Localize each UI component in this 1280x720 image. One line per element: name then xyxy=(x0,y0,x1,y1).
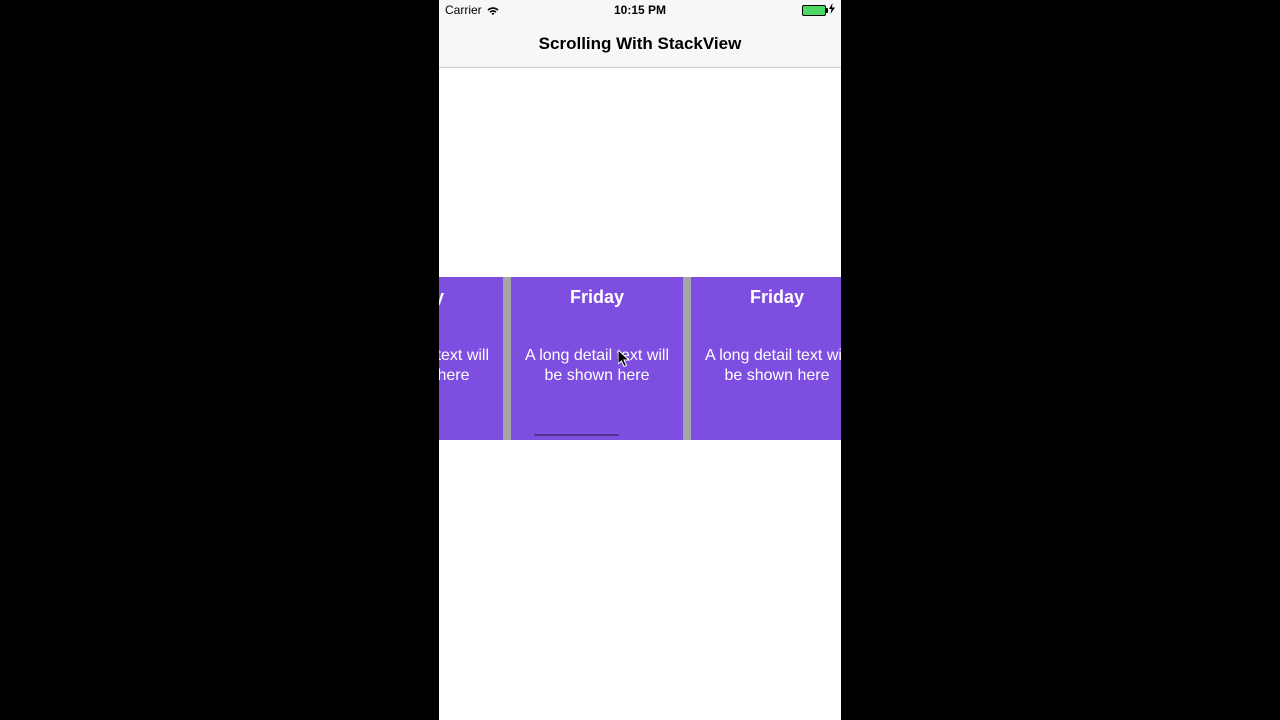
day-card[interactable]: Friday A long detail text will be shown … xyxy=(439,277,503,440)
card-detail: A long detail text will be shown here xyxy=(697,346,841,386)
day-card[interactable]: Friday A long detail text will be shown … xyxy=(511,277,683,440)
navigation-bar: Scrolling With StackView xyxy=(439,20,841,68)
stack-view: Friday A long detail text will be shown … xyxy=(439,277,841,440)
card-title: Friday xyxy=(439,287,497,308)
horizontal-scrollview[interactable]: Friday A long detail text will be shown … xyxy=(439,277,841,440)
carrier-label: Carrier xyxy=(445,3,482,17)
charging-icon xyxy=(829,3,835,17)
phone-screen: Carrier 10:15 PM Scrolling With StackVie… xyxy=(439,0,841,720)
wifi-icon xyxy=(486,5,500,15)
status-left: Carrier xyxy=(445,3,500,17)
status-right xyxy=(802,3,835,17)
card-title: Friday xyxy=(697,287,841,308)
status-bar: Carrier 10:15 PM xyxy=(439,0,841,20)
card-title: Friday xyxy=(517,287,677,308)
content-area: Friday A long detail text will be shown … xyxy=(439,68,841,720)
scroll-indicator xyxy=(534,434,619,437)
card-detail: A long detail text will be shown here xyxy=(439,346,497,386)
battery-icon xyxy=(802,5,826,16)
card-detail: A long detail text will be shown here xyxy=(517,346,677,386)
page-title: Scrolling With StackView xyxy=(539,34,742,54)
status-time: 10:15 PM xyxy=(614,3,666,17)
day-card[interactable]: Friday A long detail text will be shown … xyxy=(691,277,841,440)
